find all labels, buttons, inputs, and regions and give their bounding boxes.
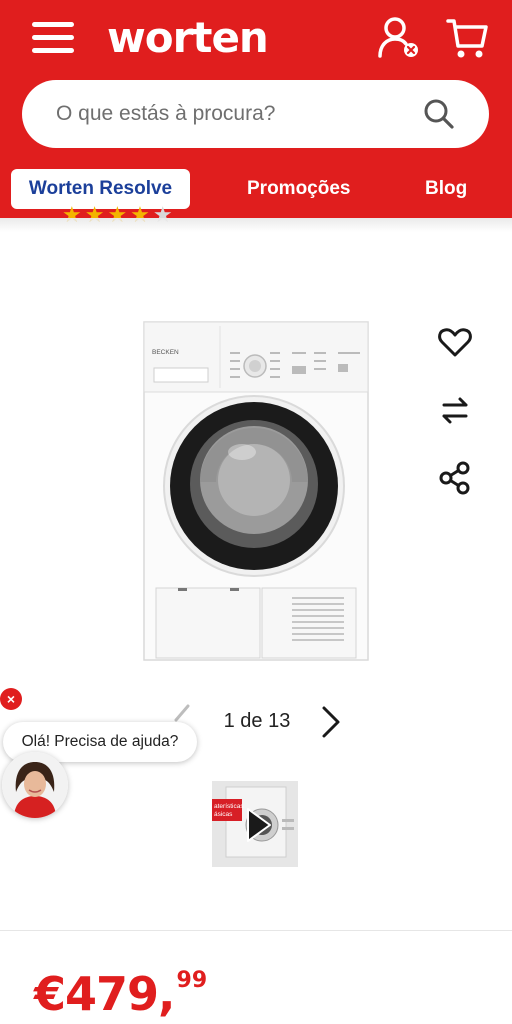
nav-worten-resolve[interactable]: Worten Resolve [11,169,190,209]
worten-logo[interactable]: worten [107,10,269,66]
menu-bar [32,48,74,53]
cart-icon[interactable] [444,16,490,60]
thumbnail-caption-1: aterísticas [214,803,244,810]
search-input[interactable] [56,80,416,148]
next-image-button[interactable] [318,704,344,740]
compare-icon[interactable] [436,391,474,429]
site-header: worten Worten Resolve Promoções Blog [0,0,512,218]
search-bar [22,80,489,148]
chat-close-button[interactable]: × [0,688,22,710]
menu-bar [32,22,74,27]
nav-blog[interactable]: Blog [425,169,467,209]
chat-assistant-avatar[interactable] [2,752,68,818]
thumbnail-caption-2: ásicas [214,811,233,818]
product-price: €479,99 [34,962,207,1024]
price-main: €479, [34,967,176,1021]
heart-icon[interactable] [436,323,474,361]
price-cents: 99 [176,968,208,993]
brand-label: BECKEN [152,349,179,356]
nav-promocoes[interactable]: Promoções [247,169,350,209]
section-divider [0,930,512,931]
share-icon[interactable] [436,459,474,497]
menu-icon[interactable] [32,20,76,56]
product-image[interactable]: BECKEN [142,320,370,662]
image-counter: 1 de 13 [223,710,291,732]
user-icon[interactable] [376,14,422,60]
header-shadow [0,218,512,232]
search-icon[interactable] [423,98,455,130]
menu-bar [32,35,74,40]
video-thumbnail[interactable]: aterísticas ásicas [212,781,298,867]
